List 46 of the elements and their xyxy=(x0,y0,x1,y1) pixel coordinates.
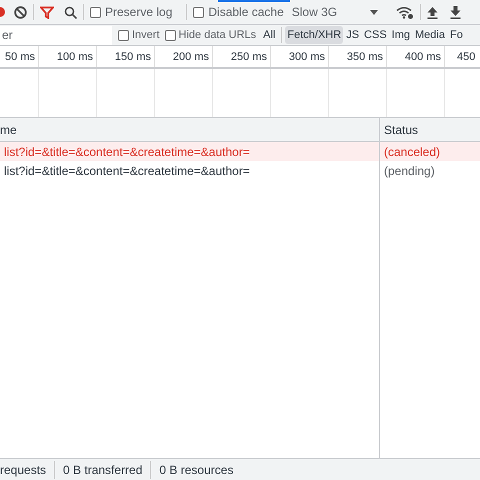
timeline-tick-label: 100 ms xyxy=(56,51,93,63)
wifi-gear-icon[interactable] xyxy=(396,6,414,18)
type-filter-button[interactable]: Img xyxy=(390,26,412,44)
status-text: 0 B transferred xyxy=(54,460,150,478)
type-filter-button[interactable]: All xyxy=(261,26,278,44)
filter-field[interactable]: er xyxy=(0,26,112,44)
timeline-tick-label: 400 ms xyxy=(404,51,441,63)
checkbox[interactable] xyxy=(90,6,101,18)
request-name: list?id=&title=&content=&createtime=&author= xyxy=(4,162,250,180)
checkbox-label[interactable]: Hide data URLs xyxy=(178,26,256,44)
timeline-tick-label: 300 ms xyxy=(288,51,325,63)
download-icon[interactable] xyxy=(450,6,461,18)
record-icon[interactable] xyxy=(0,6,6,18)
search-icon[interactable] xyxy=(64,6,77,18)
type-filter-button[interactable]: CSS xyxy=(362,26,389,44)
checkbox[interactable] xyxy=(193,6,204,18)
request-name: list?id=&title=&content=&createtime=&author= xyxy=(4,144,250,160)
clear-icon[interactable] xyxy=(14,6,27,18)
status-text: 0 B resources xyxy=(150,460,242,478)
checkbox-label[interactable]: Preserve log xyxy=(105,3,172,21)
filter-icon[interactable] xyxy=(40,6,54,18)
request-status: (pending) xyxy=(384,162,435,180)
checkbox-label[interactable]: Invert xyxy=(132,26,160,44)
checkbox[interactable] xyxy=(118,30,129,40)
upload-icon[interactable] xyxy=(426,6,438,18)
request-row[interactable]: list?id=&title=&content=&createtime=&author= (pending) xyxy=(0,161,480,180)
type-filter-button[interactable]: JS xyxy=(344,26,362,44)
timeline-tick-label: 50 ms xyxy=(5,51,35,63)
column-header[interactable]: Status xyxy=(384,120,418,138)
timeline-tick-label: 200 ms xyxy=(172,51,209,63)
column-header[interactable]: me xyxy=(0,120,17,138)
type-filter-button[interactable]: Fo xyxy=(448,26,465,44)
throttling-dropdown[interactable]: Slow 3G xyxy=(292,3,370,21)
status-text: requests xyxy=(0,462,48,478)
active-tab-indicator xyxy=(218,0,290,2)
checkbox-label[interactable]: Disable cache xyxy=(208,3,284,21)
request-status: (canceled) xyxy=(384,144,440,160)
timeline-tick-label: 150 ms xyxy=(114,51,151,63)
timeline-tick-label: 450 xyxy=(457,51,476,63)
timeline-tick-label: 350 ms xyxy=(346,51,383,63)
caret-icon[interactable] xyxy=(370,10,378,14)
timeline-tick-label: 250 ms xyxy=(230,51,267,63)
request-row[interactable]: list?id=&title=&content=&createtime=&author= (canceled) xyxy=(0,142,480,161)
type-filter-button[interactable]: Fetch/XHR xyxy=(285,26,344,44)
type-filter-button[interactable]: Media xyxy=(413,26,447,44)
checkbox[interactable] xyxy=(164,30,176,40)
